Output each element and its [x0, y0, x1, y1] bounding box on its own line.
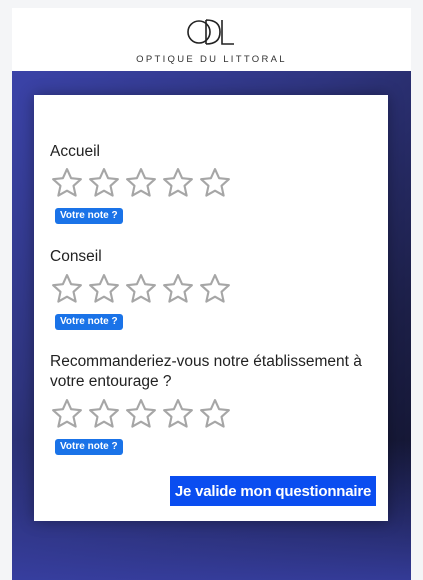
- star-outline-icon[interactable]: [198, 397, 232, 431]
- star-rating[interactable]: [50, 272, 232, 306]
- question-label: Recommanderiez-vous notre établissement …: [50, 353, 362, 390]
- star-outline-icon[interactable]: [50, 272, 84, 306]
- star-outline-icon[interactable]: [87, 272, 121, 306]
- star-outline-icon[interactable]: [87, 397, 121, 431]
- star-rating[interactable]: [50, 397, 232, 431]
- star-outline-icon[interactable]: [124, 166, 158, 200]
- rating-badge: Votre note ?: [55, 439, 123, 455]
- star-outline-icon[interactable]: [161, 166, 195, 200]
- star-outline-icon[interactable]: [50, 397, 84, 431]
- star-outline-icon[interactable]: [124, 397, 158, 431]
- odl-logo-icon: [186, 17, 238, 49]
- survey-card: Accueil Votre note ? Conseil Votre note …: [34, 95, 388, 521]
- question-label: Conseil: [50, 248, 102, 265]
- star-outline-icon[interactable]: [87, 166, 121, 200]
- brand-name: OPTIQUE DU LITTORAL: [136, 54, 287, 65]
- star-outline-icon[interactable]: [161, 272, 195, 306]
- rating-badge: Votre note ?: [55, 314, 123, 330]
- star-outline-icon[interactable]: [198, 272, 232, 306]
- star-outline-icon[interactable]: [50, 166, 84, 200]
- rating-badge: Votre note ?: [55, 208, 123, 224]
- question-label: Accueil: [50, 143, 100, 160]
- star-outline-icon[interactable]: [198, 166, 232, 200]
- site-header: OPTIQUE DU LITTORAL: [12, 8, 411, 71]
- star-rating[interactable]: [50, 166, 232, 200]
- submit-survey-button[interactable]: Je valide mon questionnaire: [170, 476, 376, 506]
- star-outline-icon[interactable]: [161, 397, 195, 431]
- star-outline-icon[interactable]: [124, 272, 158, 306]
